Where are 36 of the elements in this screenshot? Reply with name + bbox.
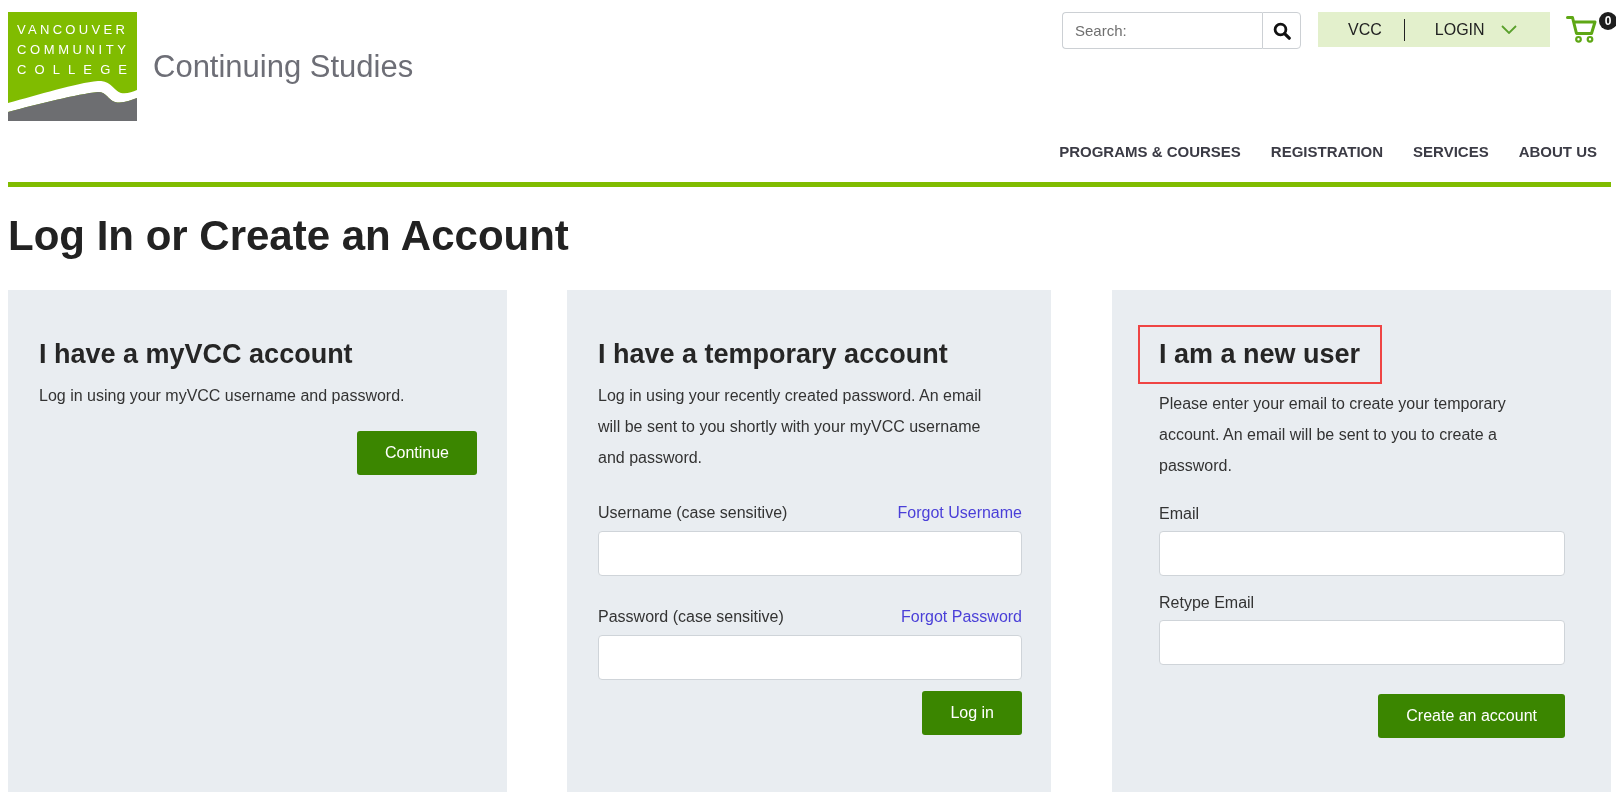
text-input[interactable] — [598, 531, 1022, 576]
cart-icon — [1566, 15, 1597, 43]
search-icon — [1272, 21, 1291, 40]
card-heading: I have a myVCC account — [39, 338, 353, 371]
cart-count-badge: 0 — [1599, 12, 1616, 30]
text-input[interactable] — [598, 635, 1022, 680]
field-label: Username (case sensitive) — [598, 503, 788, 523]
logo-text: COLLEGE — [17, 61, 136, 79]
field-label: Retype Email — [1159, 593, 1255, 613]
search-button[interactable] — [1262, 12, 1301, 49]
card-description: Log in using your recently created password. An email will be sent to you shortly with your myVCC username and password. — [598, 386, 983, 468]
nav-link[interactable]: REGISTRATION — [1270, 140, 1384, 164]
forgot-link[interactable]: Forgot Username — [897, 501, 1022, 525]
site-name: Continuing Studies — [153, 47, 414, 86]
card-description: Log in using your myVCC username and password. — [39, 386, 406, 406]
nav-link[interactable]: ABOUT US — [1518, 140, 1597, 164]
field-label: Password (case sensitive) — [598, 607, 784, 627]
page-title: Log In or Create an Account — [8, 211, 569, 261]
submit-button[interactable]: Create an account — [1378, 694, 1565, 738]
nav-link[interactable]: PROGRAMS & COURSES — [1059, 140, 1241, 164]
card-heading: I am a new user — [1138, 325, 1383, 384]
card-heading: I have a temporary account — [598, 338, 948, 371]
logo-text: COMMUNITY — [17, 41, 130, 59]
submit-button[interactable]: Log in — [922, 691, 1022, 735]
forgot-link[interactable]: Forgot Password — [901, 605, 1022, 629]
search-field[interactable]: Search: — [1062, 12, 1262, 49]
logo-text: VANCOUVER — [17, 21, 129, 39]
field-label: Email — [1159, 504, 1199, 524]
text-input[interactable] — [1159, 620, 1565, 665]
login-dropdown[interactable]: LOGIN — [1434, 17, 1517, 42]
nav-link[interactable]: SERVICES — [1413, 140, 1489, 164]
text-input[interactable] — [1159, 531, 1565, 576]
account-link[interactable]: VCC — [1348, 17, 1382, 42]
chevron-down-icon — [1500, 25, 1517, 34]
submit-button[interactable]: Continue — [356, 431, 477, 475]
card-description: Please enter your email to create your temporary account. An email will be sent to you to create a password. — [1159, 394, 1507, 476]
